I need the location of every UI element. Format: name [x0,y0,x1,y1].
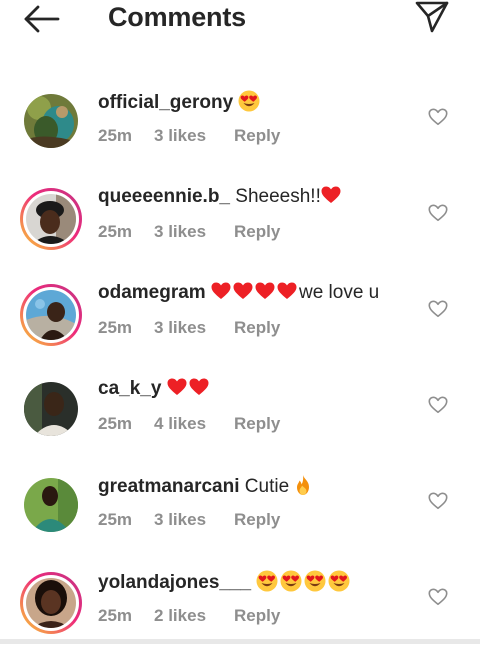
comment-item: queeeennie.b_ Sheeesh!! 25m 3 likes Reply [0,168,480,264]
avatar[interactable] [24,94,78,148]
comment-item: greatmanarcani Cutie 25m 3 likes Reply [0,456,480,552]
comment-text: official_gerony [98,90,262,114]
avatar[interactable] [20,284,82,346]
comment-likes[interactable]: 3 likes [154,510,206,529]
bottom-divider [0,639,480,644]
like-heart-icon[interactable] [428,108,448,126]
comment-message: we love u [298,282,380,303]
comment-item: official_gerony 25m 3 likes Reply [0,72,480,168]
heart-eyes-emoji-icon [238,90,260,112]
red-heart-emoji-icon [277,282,297,300]
avatar[interactable] [20,188,82,250]
comment-meta: 25m 3 likes Reply [98,510,280,530]
comment-message: Cutie [244,476,290,497]
comment-likes[interactable]: 3 likes [154,222,206,241]
avatar-image [24,478,78,532]
red-heart-emoji-icon [189,378,209,396]
reply-button[interactable]: Reply [234,126,280,145]
comment-time: 25m [98,606,133,625]
comment-text: odamegram we love u [98,282,379,304]
comment-meta: 25m 3 likes Reply [98,222,280,242]
reply-button[interactable]: Reply [234,414,280,433]
comment-text: ca_k_y [98,378,211,400]
comment-username[interactable]: official_gerony [98,92,233,113]
comment-username[interactable]: yolandajones___ [98,572,251,593]
back-button[interactable] [22,4,62,34]
comment-time: 25m [98,414,133,433]
arrow-left-icon [24,5,60,33]
comment-username[interactable]: ca_k_y [98,378,161,399]
comment-username[interactable]: greatmanarcani [98,476,240,497]
avatar[interactable] [24,382,78,436]
reply-button[interactable]: Reply [234,222,280,241]
comment-likes[interactable]: 3 likes [154,126,206,145]
avatar-image [26,578,76,628]
comment-item: ca_k_y 25m 4 likes Reply [0,360,480,456]
heart-eyes-emoji-icon [328,570,350,592]
comment-text: queeeennie.b_ Sheeesh!! [98,186,343,208]
comment-meta: 25m 4 likes Reply [98,414,280,434]
red-heart-emoji-icon [233,282,253,300]
comment-username[interactable]: queeeennie.b_ [98,186,230,207]
avatar-image [24,94,78,148]
comment-text: yolandajones___ [98,570,352,594]
like-heart-icon[interactable] [428,204,448,222]
like-heart-icon[interactable] [428,492,448,510]
red-heart-emoji-icon [321,186,341,204]
avatar-image [24,382,78,436]
like-heart-icon[interactable] [428,396,448,414]
reply-button[interactable]: Reply [234,510,280,529]
share-button[interactable] [412,0,452,34]
comment-likes[interactable]: 2 likes [154,606,206,625]
heart-eyes-emoji-icon [304,570,326,592]
red-heart-emoji-icon [211,282,231,300]
comment-likes[interactable]: 4 likes [154,414,206,433]
fire-emoji-icon [294,474,312,496]
comment-time: 25m [98,222,133,241]
comment-text: greatmanarcani Cutie [98,474,312,498]
comment-message: Sheeesh!! [235,186,321,207]
reply-button[interactable]: Reply [234,318,280,337]
avatar-image [26,290,76,340]
red-heart-emoji-icon [167,378,187,396]
comment-time: 25m [98,126,133,145]
comment-time: 25m [98,510,133,529]
comment-item: yolandajones___ 25m 2 likes Reply [0,552,480,648]
comment-item: odamegram we love u 25m 3 likes Reply [0,264,480,360]
reply-button[interactable]: Reply [234,606,280,625]
comment-likes[interactable]: 3 likes [154,318,206,337]
avatar[interactable] [24,478,78,532]
comment-username[interactable]: odamegram [98,282,206,303]
page-title: Comments [108,2,246,32]
like-heart-icon[interactable] [428,588,448,606]
heart-eyes-emoji-icon [280,570,302,592]
heart-eyes-emoji-icon [256,570,278,592]
avatar-image [26,194,76,244]
comment-meta: 25m 3 likes Reply [98,318,280,338]
paper-plane-icon [415,1,449,33]
comment-time: 25m [98,318,133,337]
avatar[interactable] [20,572,82,634]
comment-meta: 25m 3 likes Reply [98,126,280,146]
comment-meta: 25m 2 likes Reply [98,606,280,626]
like-heart-icon[interactable] [428,300,448,318]
red-heart-emoji-icon [255,282,275,300]
comment-list: official_gerony 25m 3 likes Reply queeee… [0,72,480,648]
header: Comments [0,0,480,40]
